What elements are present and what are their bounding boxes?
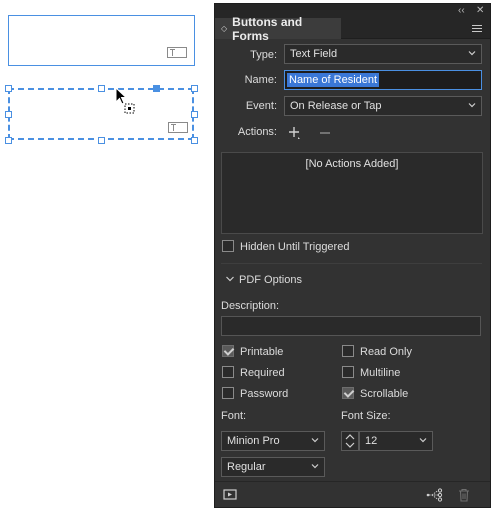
panel-tab-row: ◇ Buttons and Forms [215,15,490,43]
resize-handle-bottom-middle[interactable] [98,137,105,144]
close-panel-icon[interactable]: ✕ [476,5,484,17]
buttons-and-forms-panel: ‹‹ ✕ ◇ Buttons and Forms Type: Text Fiel… [214,3,491,508]
pdf-options-chevron-icon[interactable] [225,274,235,284]
resize-handle-bottom-left[interactable] [5,137,12,144]
chevron-down-icon [419,438,427,443]
preview-icon[interactable] [223,489,237,501]
required-label: Required [240,367,285,379]
font-size-label: Font Size: [341,410,391,422]
panel-title: Buttons and Forms [232,14,303,43]
pdf-options-label[interactable]: PDF Options [239,274,302,286]
name-value: Name of Resident [287,73,380,87]
hidden-until-triggered-checkbox[interactable] [222,240,234,252]
actions-label: Actions: [237,126,277,138]
chevron-down-icon [311,438,319,443]
event-value: On Release or Tap [290,100,382,112]
multiline-label: Multiline [360,367,401,379]
name-label: Name: [244,74,277,86]
password-checkbox[interactable] [222,387,234,399]
type-value: Text Field [290,48,338,60]
resize-handle-top-right[interactable] [191,85,198,92]
remove-action-icon[interactable] [318,126,332,140]
font-size-select[interactable]: 12 [359,431,433,451]
read-only-label: Read Only [360,346,412,358]
font-size-value: 12 [365,435,378,447]
read-only-checkbox[interactable] [342,345,354,357]
password-label: Password [240,388,289,400]
resize-handle-top-middle[interactable] [98,85,105,92]
tab-collapse-arrow-icon[interactable]: ◇ [221,24,227,33]
resize-handle-top-left[interactable] [5,85,12,92]
resize-handle-anchor[interactable] [153,85,160,92]
multiline-checkbox[interactable] [342,366,354,378]
delete-icon[interactable] [458,488,470,502]
panel-bottom-bar [215,481,490,507]
font-family-value: Minion Pro [227,435,280,447]
text-field-icon [168,122,188,133]
description-label: Description: [221,300,280,312]
convert-to-button-icon[interactable] [425,488,443,502]
type-label: Type: [250,49,277,61]
font-label: Font: [221,410,247,422]
description-field[interactable] [221,316,481,336]
text-field-1[interactable] [8,15,195,66]
chevron-down-icon [468,103,476,108]
scrollable-label: Scrollable [360,388,409,400]
chevron-down-icon [468,51,476,56]
divider [221,263,482,264]
type-select[interactable]: Text Field [284,44,482,64]
scrollable-checkbox[interactable] [342,387,354,399]
event-label: Event: [245,100,277,112]
tab-buttons-and-forms[interactable]: ◇ Buttons and Forms [215,15,341,43]
font-size-stepper[interactable] [341,431,359,451]
font-style-value: Regular [227,461,266,473]
hidden-until-triggered-label: Hidden Until Triggered [240,241,350,253]
text-field-icon [167,47,187,58]
actions-list[interactable]: [No Actions Added] [221,152,483,234]
name-field[interactable]: Name of Resident [284,70,482,90]
event-select[interactable]: On Release or Tap [284,96,482,116]
printable-label: Printable [240,346,284,358]
resize-handle-bottom-right[interactable] [191,137,198,144]
resize-handle-middle-right[interactable] [191,111,198,118]
resize-handle-middle-left[interactable] [5,111,12,118]
stepper-arrows-icon [345,434,355,448]
font-family-select[interactable]: Minion Pro [221,431,325,451]
cursor-arrow-icon [115,87,135,114]
collapse-panel-icon[interactable]: ‹‹ [458,5,465,17]
text-field-2-selected[interactable] [8,88,194,140]
panel-menu-icon[interactable] [472,25,482,32]
font-style-select[interactable]: Regular [221,457,325,477]
chevron-down-icon [311,464,319,469]
required-checkbox[interactable] [222,366,234,378]
add-action-icon[interactable] [287,125,303,141]
printable-checkbox[interactable] [222,345,234,357]
actions-empty-text: [No Actions Added] [305,158,399,170]
